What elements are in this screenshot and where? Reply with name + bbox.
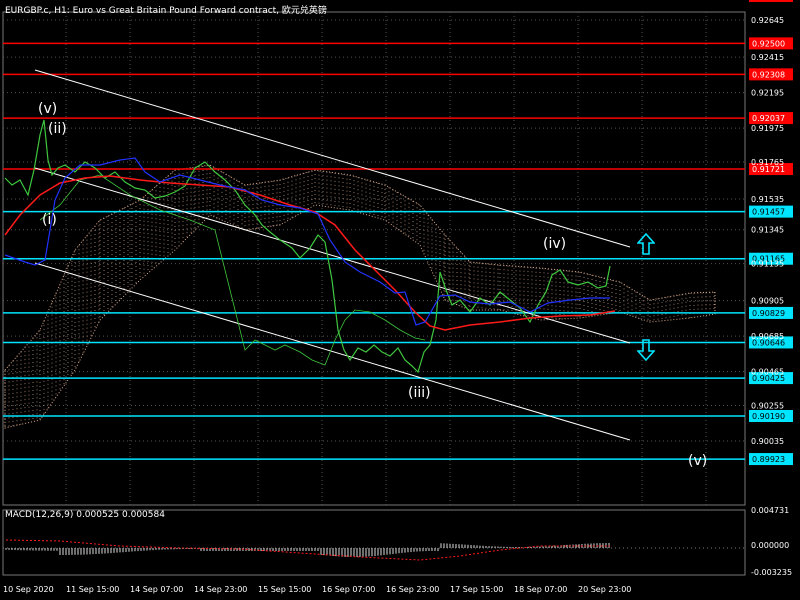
resistance-level-label: 0.92037 [752,114,785,123]
price-tick-label: 0.91765 [751,158,784,167]
wave-label: (iv) [543,236,566,252]
support-level-label: 0.89923 [752,455,785,464]
price-tick-label: 0.91135 [751,260,784,269]
wave-label: (i) [42,212,57,228]
price-tick-label: 0.91975 [751,124,784,133]
wave-label: (v) [38,101,57,117]
chart-title: EURGBP.c, H1: Euro vs Great Britain Poun… [5,6,327,16]
time-axis-label: 18 Sep 07:00 [514,585,567,594]
wave-label: (iii) [408,385,431,401]
macd-axis-label: 0.000000 [751,541,789,550]
price-tick-label: 0.90905 [751,297,784,306]
wave-label: (v) [688,453,707,469]
price-tick-label: 0.90255 [751,402,784,411]
price-tick-label: 0.91535 [751,195,784,204]
price-tick-label: 0.90035 [751,437,784,446]
price-tick-label: 0.91345 [751,226,784,235]
down-arrow-icon [637,339,655,361]
time-axis-label: 14 Sep 23:00 [194,585,247,594]
support-level-label: 0.91457 [752,208,785,217]
time-axis-label: 11 Sep 15:00 [66,585,119,594]
time-axis-label: 10 Sep 2020 [3,585,54,594]
support-level-label: 0.90829 [752,309,785,318]
support-level-label: 0.90190 [752,412,785,421]
macd-axis-label: 0.004731 [751,506,789,515]
macd-title: MACD(12,26,9) 0.000525 0.000584 [5,510,165,520]
price-tick-label: 0.92195 [751,89,784,98]
time-axis-label: 15 Sep 15:00 [258,585,311,594]
price-tick-label: 0.92415 [751,53,784,62]
resistance-level-label: 0.92500 [752,39,785,48]
price-tick-label: 0.90685 [751,332,784,341]
price-tick-label: 0.90465 [751,368,784,377]
time-axis-label: 20 Sep 23:00 [578,585,631,594]
time-axis-label: 16 Sep 23:00 [386,585,439,594]
price-tick-label: 0.92645 [751,16,784,25]
resistance-level-label: 0.92308 [752,70,785,79]
resistance-level-label: 0.92794 [752,0,785,1]
time-axis-label: 16 Sep 07:00 [322,585,375,594]
time-axis-label: 14 Sep 07:00 [130,585,183,594]
time-axis-label: 17 Sep 15:00 [450,585,503,594]
wave-label: (ii) [48,121,67,137]
up-arrow-icon [637,233,655,255]
macd-axis-label: -0.003235 [751,568,792,577]
